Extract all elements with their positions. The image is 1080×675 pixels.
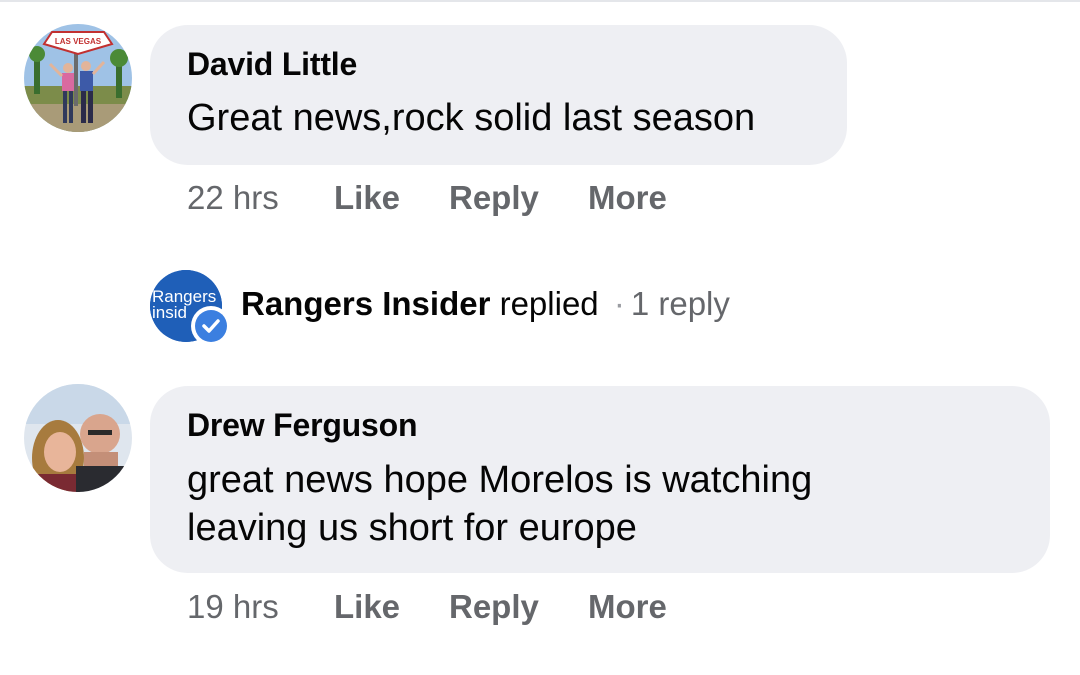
- las-vegas-photo: LAS VEGAS: [24, 24, 132, 132]
- comment-text-line: great news hope Morelos is watching: [187, 459, 813, 501]
- top-divider: [0, 0, 1080, 2]
- replies-summary-row[interactable]: Rangers insid Rangers Insider replied · 1…: [150, 270, 850, 346]
- reply-count-link[interactable]: 1 reply: [631, 285, 730, 322]
- verified-badge: [191, 306, 231, 346]
- comment-timestamp[interactable]: 19 hrs: [187, 588, 279, 626]
- reply-summary-text[interactable]: Rangers Insider replied · 1 reply: [241, 284, 730, 324]
- comment-bubble-david-little: David Little Great news,rock solid last …: [150, 25, 847, 165]
- sign-text: LAS VEGAS: [55, 37, 102, 46]
- comment-timestamp[interactable]: 22 hrs: [187, 179, 279, 217]
- comment-text-line: leaving us short for europe: [187, 507, 637, 549]
- verified-check-icon: [202, 319, 220, 333]
- like-button[interactable]: Like: [334, 179, 400, 217]
- comment-author-name[interactable]: David Little: [187, 45, 809, 83]
- more-button[interactable]: More: [588, 179, 667, 217]
- couple-photo: [24, 384, 132, 492]
- comment-author-name[interactable]: Drew Ferguson: [187, 406, 1012, 444]
- logo-text-line2: insid: [152, 303, 187, 322]
- avatar-drew-ferguson[interactable]: [24, 384, 132, 492]
- comment-text: great news hope Morelos is watching leav…: [187, 456, 1012, 552]
- avatar-david-little[interactable]: LAS VEGAS: [24, 24, 132, 132]
- reply-button[interactable]: Reply: [449, 588, 539, 626]
- comment-bubble-drew-ferguson: Drew Ferguson great news hope Morelos is…: [150, 386, 1050, 573]
- more-button[interactable]: More: [588, 588, 667, 626]
- separator-dot: ·: [613, 285, 625, 322]
- reply-author-name[interactable]: Rangers Insider: [241, 285, 490, 322]
- comment-text: Great news,rock solid last season: [187, 97, 756, 139]
- like-button[interactable]: Like: [334, 588, 400, 626]
- reply-verb: replied: [499, 285, 599, 322]
- reply-button[interactable]: Reply: [449, 179, 539, 217]
